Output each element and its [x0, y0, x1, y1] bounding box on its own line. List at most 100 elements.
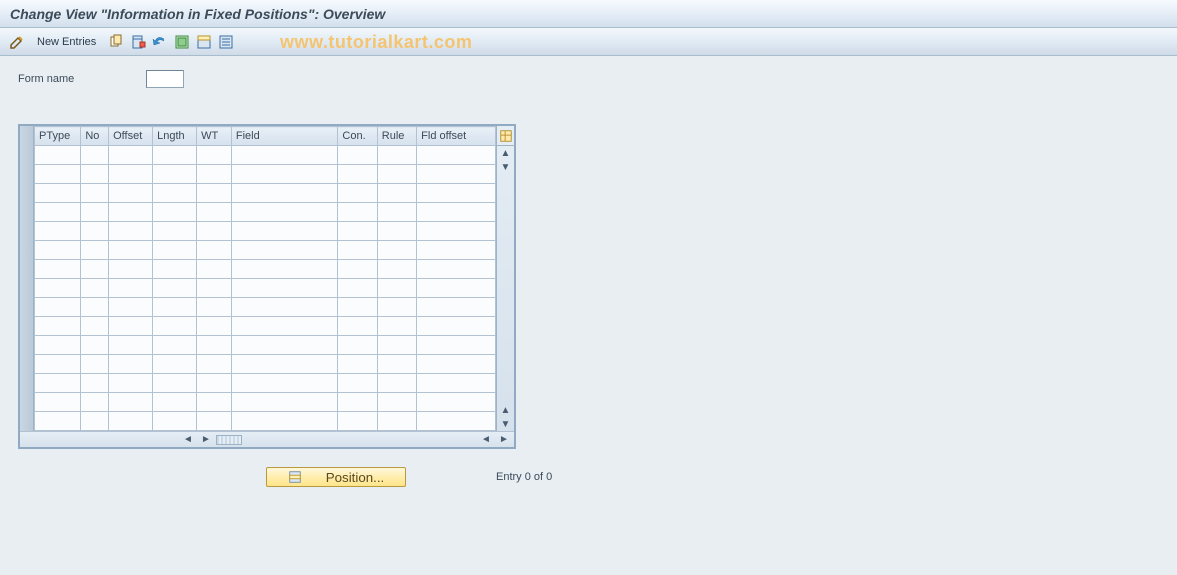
cell-rule[interactable] — [377, 146, 416, 165]
cell-offset[interactable] — [109, 374, 153, 393]
table-row[interactable] — [35, 165, 496, 184]
cell-wt[interactable] — [197, 393, 232, 412]
cell-lngth[interactable] — [153, 222, 197, 241]
cell-offset[interactable] — [109, 298, 153, 317]
cell-wt[interactable] — [197, 317, 232, 336]
vertical-scrollbar[interactable]: ▲ ▼ ▲ ▼ — [497, 146, 514, 431]
cell-rule[interactable] — [377, 298, 416, 317]
cell-fld_offset[interactable] — [417, 317, 496, 336]
cell-fld_offset[interactable] — [417, 336, 496, 355]
cell-fld_offset[interactable] — [417, 355, 496, 374]
cell-ptype[interactable] — [35, 355, 81, 374]
table-row[interactable] — [35, 146, 496, 165]
table-row[interactable] — [35, 374, 496, 393]
cell-wt[interactable] — [197, 298, 232, 317]
cell-wt[interactable] — [197, 146, 232, 165]
cell-ptype[interactable] — [35, 393, 81, 412]
table-settings-icon[interactable] — [497, 126, 515, 146]
cell-lngth[interactable] — [153, 146, 197, 165]
cell-ptype[interactable] — [35, 374, 81, 393]
scroll-right-icon[interactable]: ► — [198, 433, 214, 447]
table-row[interactable] — [35, 393, 496, 412]
cell-offset[interactable] — [109, 165, 153, 184]
cell-offset[interactable] — [109, 279, 153, 298]
cell-no[interactable] — [81, 203, 109, 222]
cell-offset[interactable] — [109, 412, 153, 431]
scroll-down-end-icon[interactable]: ▼ — [498, 417, 514, 431]
cell-field[interactable] — [231, 412, 338, 431]
cell-ptype[interactable] — [35, 298, 81, 317]
cell-no[interactable] — [81, 336, 109, 355]
undo-icon[interactable] — [151, 32, 169, 52]
cell-fld_offset[interactable] — [417, 260, 496, 279]
cell-ptype[interactable] — [35, 279, 81, 298]
delete-icon[interactable] — [129, 32, 147, 52]
cell-fld_offset[interactable] — [417, 374, 496, 393]
column-header-fld_offset[interactable]: Fld offset — [417, 127, 496, 146]
table-row[interactable] — [35, 298, 496, 317]
cell-lngth[interactable] — [153, 412, 197, 431]
column-header-field[interactable]: Field — [231, 127, 338, 146]
cell-no[interactable] — [81, 393, 109, 412]
cell-fld_offset[interactable] — [417, 146, 496, 165]
cell-wt[interactable] — [197, 222, 232, 241]
cell-rule[interactable] — [377, 412, 416, 431]
scroll-grip-icon[interactable] — [216, 435, 242, 445]
cell-rule[interactable] — [377, 279, 416, 298]
scroll-down-icon[interactable]: ▼ — [498, 160, 514, 174]
cell-wt[interactable] — [197, 279, 232, 298]
cell-no[interactable] — [81, 355, 109, 374]
toggle-edit-icon[interactable] — [8, 32, 26, 52]
cell-field[interactable] — [231, 374, 338, 393]
cell-wt[interactable] — [197, 203, 232, 222]
horizontal-scrollbar[interactable]: ◄ ► ◄ ► — [20, 431, 514, 447]
column-header-no[interactable]: No — [81, 127, 109, 146]
cell-field[interactable] — [231, 165, 338, 184]
cell-lngth[interactable] — [153, 336, 197, 355]
cell-con[interactable] — [338, 393, 377, 412]
cell-offset[interactable] — [109, 393, 153, 412]
cell-lngth[interactable] — [153, 279, 197, 298]
scroll-left-icon[interactable]: ◄ — [180, 433, 196, 447]
table-row[interactable] — [35, 222, 496, 241]
cell-lngth[interactable] — [153, 393, 197, 412]
table-row[interactable] — [35, 355, 496, 374]
cell-lngth[interactable] — [153, 355, 197, 374]
cell-rule[interactable] — [377, 241, 416, 260]
table-row[interactable] — [35, 241, 496, 260]
cell-no[interactable] — [81, 412, 109, 431]
cell-ptype[interactable] — [35, 317, 81, 336]
cell-no[interactable] — [81, 279, 109, 298]
scroll-up-end-icon[interactable]: ▲ — [498, 403, 514, 417]
cell-rule[interactable] — [377, 184, 416, 203]
cell-field[interactable] — [231, 203, 338, 222]
cell-fld_offset[interactable] — [417, 412, 496, 431]
select-block-icon[interactable] — [195, 32, 213, 52]
cell-no[interactable] — [81, 298, 109, 317]
scroll-up-icon[interactable]: ▲ — [498, 146, 514, 160]
cell-wt[interactable] — [197, 241, 232, 260]
table-row[interactable] — [35, 317, 496, 336]
cell-offset[interactable] — [109, 241, 153, 260]
cell-lngth[interactable] — [153, 184, 197, 203]
cell-wt[interactable] — [197, 184, 232, 203]
cell-field[interactable] — [231, 260, 338, 279]
cell-field[interactable] — [231, 336, 338, 355]
cell-ptype[interactable] — [35, 203, 81, 222]
scroll-right-end-icon[interactable]: ► — [496, 433, 512, 447]
cell-offset[interactable] — [109, 260, 153, 279]
cell-lngth[interactable] — [153, 203, 197, 222]
cell-no[interactable] — [81, 241, 109, 260]
cell-no[interactable] — [81, 146, 109, 165]
cell-no[interactable] — [81, 165, 109, 184]
cell-lngth[interactable] — [153, 165, 197, 184]
cell-no[interactable] — [81, 222, 109, 241]
position-button[interactable]: Position... — [266, 467, 406, 487]
cell-wt[interactable] — [197, 412, 232, 431]
cell-rule[interactable] — [377, 203, 416, 222]
cell-con[interactable] — [338, 165, 377, 184]
cell-wt[interactable] — [197, 165, 232, 184]
table-row[interactable] — [35, 203, 496, 222]
cell-offset[interactable] — [109, 222, 153, 241]
cell-con[interactable] — [338, 298, 377, 317]
